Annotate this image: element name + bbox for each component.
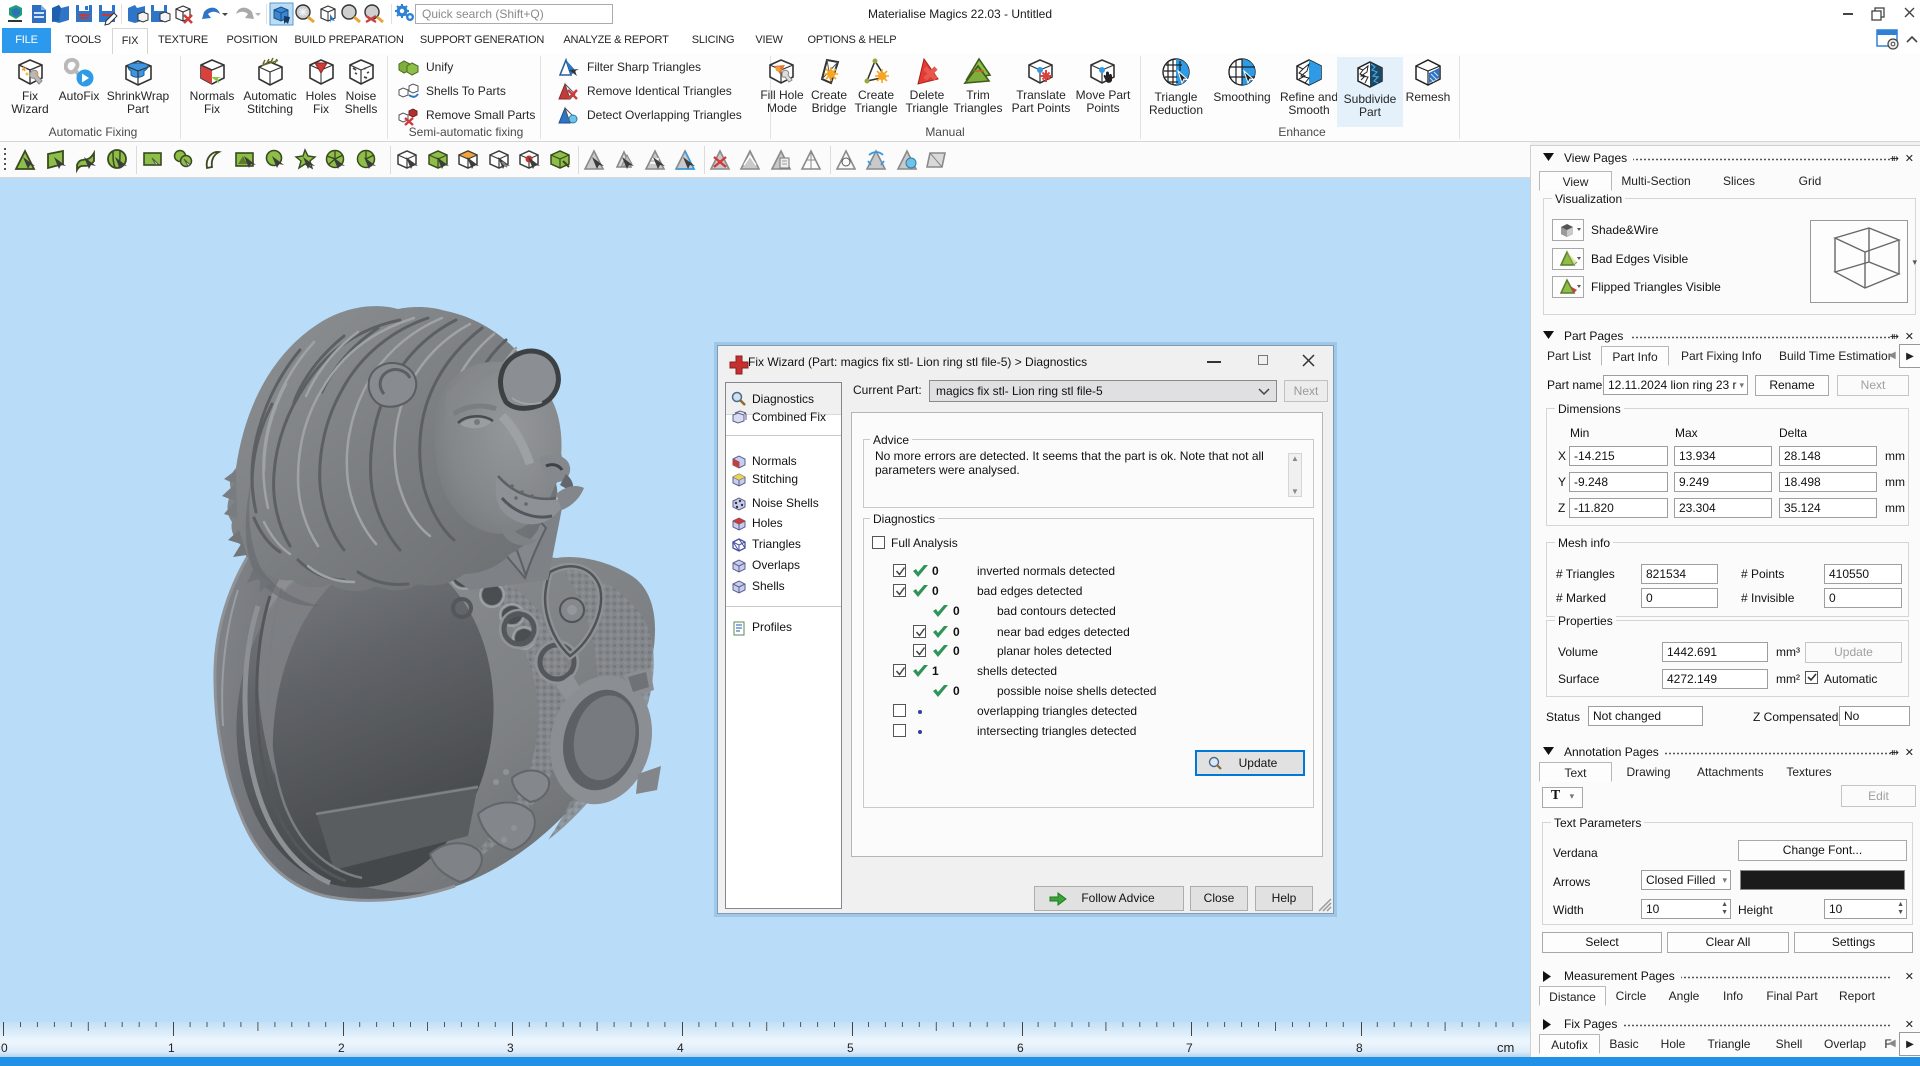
svg-text:5: 5: [847, 1041, 854, 1055]
svg-text:0: 0: [1, 1041, 8, 1055]
svg-text:7: 7: [1186, 1041, 1193, 1055]
svg-text:1: 1: [168, 1041, 175, 1055]
svg-text:2: 2: [338, 1041, 345, 1055]
svg-text:cm: cm: [1497, 1040, 1514, 1055]
svg-text:3: 3: [507, 1041, 514, 1055]
svg-text:6: 6: [1017, 1041, 1024, 1055]
svg-text:8: 8: [1356, 1041, 1363, 1055]
svg-text:4: 4: [677, 1041, 684, 1055]
